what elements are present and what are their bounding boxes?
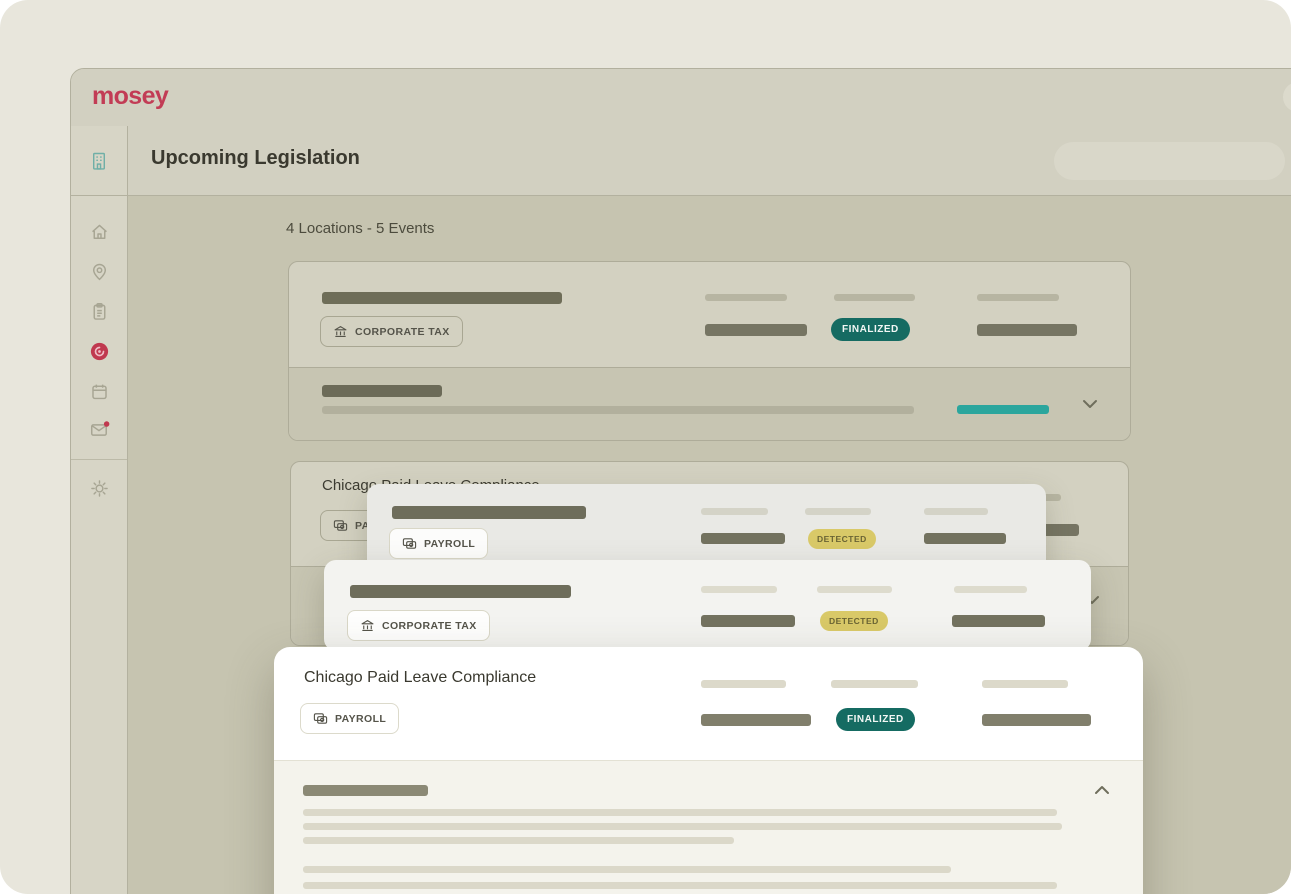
- legislation-card-1[interactable]: CORPORATE TAX FINALIZED: [288, 261, 1131, 441]
- detail-line-skeleton: [303, 837, 734, 844]
- building-icon: [88, 150, 110, 172]
- cash-icon: [313, 711, 328, 726]
- calendar-icon[interactable]: [89, 381, 110, 402]
- meta-skeleton-bar: [954, 586, 1027, 593]
- home-icon[interactable]: [89, 221, 110, 242]
- detail-line-skeleton: [303, 809, 1057, 816]
- meta-skeleton-bar: [924, 508, 988, 515]
- page-canvas: mosey Upcoming Legislation: [0, 0, 1291, 894]
- app-window: mosey Upcoming Legislation: [70, 68, 1291, 894]
- value-skeleton-bar: [977, 324, 1077, 336]
- tag-payroll: PAYROLL: [389, 528, 488, 559]
- mosey-logo: mosey: [92, 82, 168, 111]
- title-skeleton-bar: [322, 292, 562, 304]
- value-skeleton-bar: [701, 615, 795, 627]
- bank-icon: [360, 618, 375, 633]
- title-skeleton-bar: [392, 506, 586, 519]
- meta-skeleton-bar: [701, 508, 768, 515]
- sidebar-app-icon-cell: [71, 126, 128, 196]
- status-badge-finalized: FINALIZED: [831, 318, 910, 341]
- header-search-skeleton[interactable]: [1054, 142, 1285, 180]
- location-pin-icon[interactable]: [89, 261, 110, 282]
- status-badge-finalized: FINALIZED: [836, 708, 915, 731]
- avatar[interactable]: [1283, 82, 1291, 112]
- tag-corporate-tax: CORPORATE TAX: [320, 316, 463, 347]
- meta-skeleton-bar: [805, 508, 871, 515]
- card-detail-section: [274, 760, 1143, 894]
- floating-card-corporate-tax[interactable]: CORPORATE TAX DETECTED: [324, 560, 1091, 651]
- cash-icon: [402, 536, 417, 551]
- sidebar-nav: [71, 196, 128, 894]
- locations-events-summary: 4 Locations - 5 Events: [286, 220, 434, 237]
- title-skeleton-bar: [350, 585, 571, 598]
- expand-label-skeleton: [322, 385, 442, 397]
- status-badge-detected: DETECTED: [820, 611, 888, 631]
- sidebar-divider: [71, 459, 127, 460]
- detail-line-skeleton: [303, 866, 951, 873]
- detail-label-skeleton: [303, 785, 428, 796]
- meta-skeleton-bar: [834, 294, 915, 301]
- tag-corporate-tax: CORPORATE TAX: [347, 610, 490, 641]
- gear-icon[interactable]: [89, 478, 110, 499]
- meta-skeleton-bar: [817, 586, 892, 593]
- page-header: Upcoming Legislation: [128, 126, 1291, 196]
- radar-icon[interactable]: [89, 341, 110, 362]
- mail-icon[interactable]: [89, 419, 110, 440]
- value-skeleton-bar: [982, 714, 1091, 726]
- page-title: Upcoming Legislation: [151, 147, 360, 170]
- action-link-skeleton[interactable]: [957, 405, 1049, 414]
- card-expand-row[interactable]: [289, 367, 1130, 440]
- chevron-up-icon[interactable]: [1094, 785, 1110, 795]
- top-bar: mosey: [71, 69, 1291, 127]
- value-skeleton-bar: [705, 324, 807, 336]
- cash-icon: [333, 518, 348, 533]
- value-skeleton-bar: [701, 533, 785, 544]
- detail-line-skeleton: [303, 882, 1057, 889]
- expand-line-skeleton: [322, 406, 914, 414]
- meta-skeleton-bar: [705, 294, 787, 301]
- status-badge-detected: DETECTED: [808, 529, 876, 549]
- meta-skeleton-bar: [831, 680, 918, 688]
- focus-card-chicago-paid-leave[interactable]: Chicago Paid Leave Compliance PAYROLL FI…: [274, 647, 1143, 894]
- chevron-down-icon[interactable]: [1082, 399, 1098, 409]
- value-skeleton-bar: [924, 533, 1006, 544]
- card-title: Chicago Paid Leave Compliance: [304, 669, 536, 687]
- detail-line-skeleton: [303, 823, 1062, 830]
- meta-skeleton-bar: [701, 586, 777, 593]
- meta-skeleton-bar: [982, 680, 1068, 688]
- tag-payroll: PAYROLL: [300, 703, 399, 734]
- bank-icon: [333, 324, 348, 339]
- value-skeleton-bar: [701, 714, 811, 726]
- meta-skeleton-bar: [701, 680, 786, 688]
- meta-skeleton-bar: [977, 294, 1059, 301]
- clipboard-icon[interactable]: [89, 301, 110, 322]
- value-skeleton-bar: [952, 615, 1045, 627]
